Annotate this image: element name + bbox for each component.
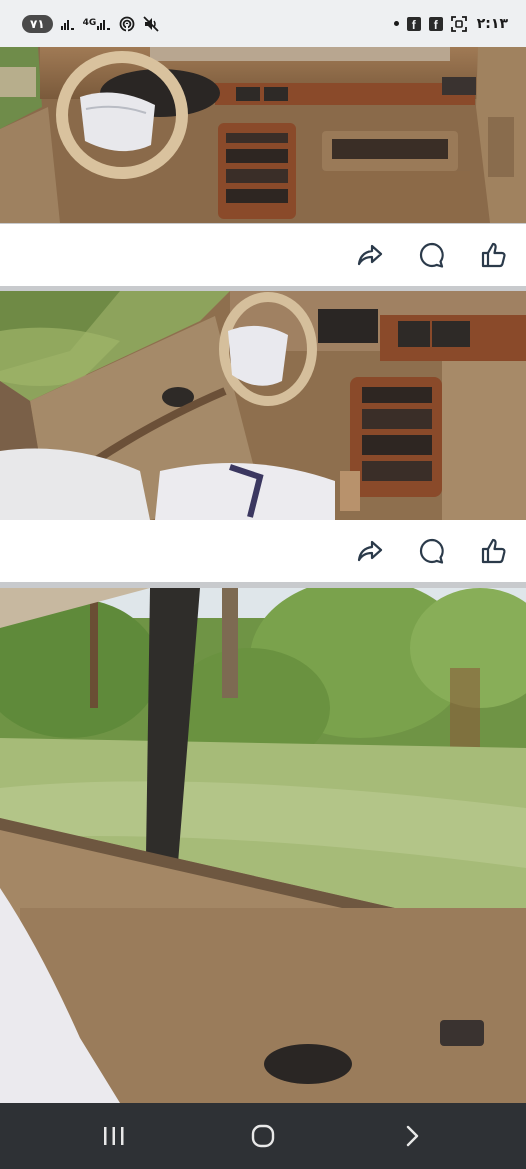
home-button[interactable]: [233, 1111, 293, 1161]
signal-icon: [60, 18, 75, 30]
hotspot-icon: [119, 16, 135, 32]
status-right: f f ٢:١٣: [393, 15, 508, 32]
clock: ٢:١٣: [476, 15, 508, 32]
share-button[interactable]: [356, 537, 384, 565]
network-type-label: 4G: [82, 18, 97, 28]
like-button[interactable]: [480, 241, 508, 269]
notification-count-badge: ٧١: [22, 14, 53, 33]
car-window-view-photo[interactable]: [0, 588, 526, 1103]
facebook-icon: f: [428, 16, 443, 31]
car-interior-door-photo[interactable]: [0, 291, 526, 520]
status-left: ٧١ 4G: [22, 14, 159, 33]
post-action-row: [0, 224, 526, 286]
mute-icon: [143, 15, 159, 32]
like-icon: [481, 538, 506, 564]
recent-apps-button[interactable]: [84, 1111, 144, 1161]
chevron-right-icon: [406, 1125, 418, 1147]
comment-button[interactable]: [418, 241, 446, 269]
comment-icon: [419, 242, 444, 268]
screenshot-icon: [450, 15, 467, 32]
notification-dot-icon: [393, 21, 399, 26]
4g-signal-icon: 4G: [83, 18, 112, 30]
share-button[interactable]: [356, 241, 384, 269]
post-action-row: [0, 520, 526, 582]
facebook-icon: f: [406, 16, 421, 31]
comment-icon: [419, 538, 444, 564]
share-icon: [357, 244, 383, 266]
back-button[interactable]: [382, 1111, 442, 1161]
like-icon: [481, 242, 506, 268]
car-dashboard-photo[interactable]: [0, 47, 526, 223]
system-navigation-bar: [0, 1103, 526, 1169]
like-button[interactable]: [480, 537, 508, 565]
recent-apps-icon: [104, 1127, 124, 1145]
share-icon: [357, 540, 383, 562]
home-icon: [251, 1124, 275, 1148]
comment-button[interactable]: [418, 537, 446, 565]
status-bar: ٧١ 4G f f ٢:١٣: [0, 0, 526, 47]
